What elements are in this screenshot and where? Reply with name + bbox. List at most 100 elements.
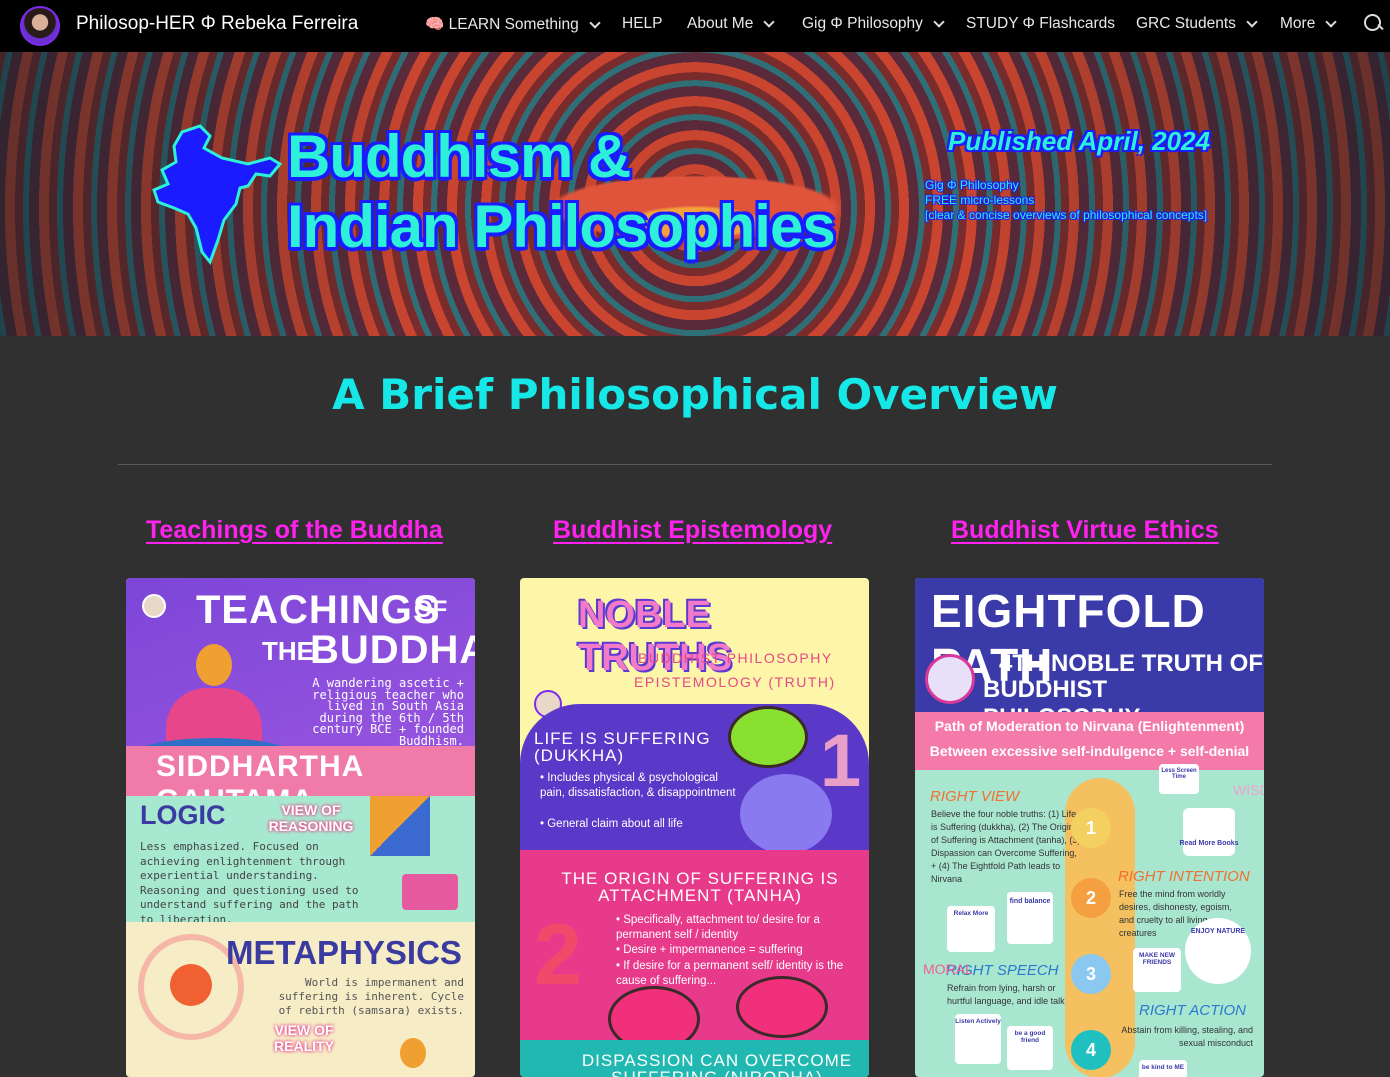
hero-title-line2: Indian Philosophies (287, 193, 836, 260)
nav-label: About Me (687, 15, 754, 32)
sticker-enjoy-nature: ENJOY NATURE (1190, 928, 1246, 935)
nav-label: More (1280, 15, 1316, 32)
link-teachings-of-the-buddha[interactable]: Teachings of the Buddha (146, 516, 443, 545)
card2-t2-title: THE ORIGIN OF SUFFERING IS ATTACHMENT (T… (561, 869, 839, 905)
nav-help[interactable]: HELP (622, 15, 663, 33)
hero-note-1: Gig Φ Philosophy (925, 178, 1019, 192)
card2-t1-bullet2: • General claim about all life (540, 818, 683, 830)
sticker-less-screen: Less Screen Time (1161, 768, 1197, 780)
puzzle-icon (370, 796, 430, 856)
card2-t1-title: LIFE IS SUFFERING (DUKKHA) (534, 729, 711, 765)
sticker-listen-actively: Listen Actively (955, 1018, 1001, 1025)
chevron-down-icon[interactable] (589, 16, 601, 29)
book-sticker-icon (1183, 808, 1235, 856)
card2-num1: 1 (820, 719, 862, 802)
india-map-icon (152, 124, 282, 266)
card2-t2-bullet2: • Desire + impermanence = suffering (616, 944, 803, 956)
hero-note-2: FREE micro-lessons (925, 193, 1035, 207)
nav-label: GRC Students (1136, 15, 1236, 32)
nav-study-flashcards[interactable]: STUDY Φ Flashcards (966, 15, 1115, 33)
chevron-down-icon[interactable] (763, 16, 776, 28)
card1-title-of: OF (414, 596, 448, 623)
card3-ra-text: Abstain from killing, stealing, and sexu… (1121, 1025, 1253, 1048)
hero-title: Buddhism & Indian Philosophies (287, 122, 836, 262)
chevron-down-icon[interactable] (1325, 16, 1337, 28)
card-teachings-of-the-buddha[interactable]: TEACHINGS OF THE BUDDHA A wandering asce… (126, 578, 475, 1077)
top-nav: Philosop-HER Φ Rebeka Ferreira 🧠 LEARN S… (0, 0, 1390, 52)
card3-moral: MORAL (923, 961, 973, 977)
link-buddhist-epistemology[interactable]: Buddhist Epistemology (553, 516, 832, 545)
card3-rs-text: Refrain from lying, harsh or hurtful lan… (947, 983, 1065, 1006)
buddha-head-icon (196, 644, 232, 686)
card2-t2-bullet1: • Specifically, attachment to/ desire fo… (616, 914, 820, 941)
divider (118, 464, 1272, 465)
card3-band2: Between excessive self-indulgence + self… (929, 743, 1250, 759)
step-4-badge: 4 (1071, 1030, 1111, 1070)
site-avatar[interactable] (20, 6, 60, 46)
card3-sub1: 4TH NOBLE TRUTH OF (999, 650, 1263, 677)
hero-note-3: [clear & concise overviews of philosophi… (925, 208, 1208, 222)
card-buddhist-virtue-ethics[interactable]: EIGHTFOLD PATH 4TH NOBLE TRUTH OF BUDDHI… (915, 578, 1264, 1077)
hero-banner: Buddhism & Indian Philosophies Published… (0, 52, 1390, 336)
nav-label: STUDY Φ Flashcards (966, 15, 1116, 32)
card3-ri-title: RIGHT INTENTION (1118, 868, 1250, 885)
card1-title-the: THE (262, 636, 314, 666)
nav-about-me[interactable]: About Me (687, 15, 776, 33)
card2-sub2: EPISTEMOLOGY (TRUTH) (634, 674, 836, 690)
chevron-down-icon[interactable] (1246, 16, 1258, 28)
bullet-text: Includes physical & psychological pain, … (540, 772, 736, 799)
search-icon[interactable] (1364, 14, 1384, 36)
sticker-find-balance: find balance (1009, 898, 1051, 905)
author-avatar (142, 594, 166, 618)
card-buddhist-epistemology[interactable]: NOBLE TRUTHS BUDDHIST PHILOSOPHY EPISTEM… (520, 578, 869, 1077)
nav-label: Gig Φ Philosophy (802, 15, 923, 32)
bullet-text: Desire + impermanence = suffering (623, 944, 803, 956)
card2-t1-bullet1: • Includes physical & psychological pain… (540, 772, 736, 799)
card2-t3-title: DISPASSION CAN OVERCOME SUFFERING (NIROD… (581, 1051, 853, 1077)
card1-logic-text: Less emphasized. Focused on achieving en… (140, 840, 359, 926)
nav-grc-students[interactable]: GRC Students (1136, 15, 1258, 33)
card1-meta-title: METAPHYSICS (226, 934, 462, 971)
link-buddhist-virtue-ethics[interactable]: Buddhist Virtue Ethics (951, 516, 1219, 545)
bullet-text: General claim about all life (547, 818, 683, 830)
eastern-philosophy-logo (925, 654, 975, 704)
card3-rv-title: RIGHT VIEW (930, 788, 1020, 805)
small-buddha-icon (400, 1038, 426, 1068)
site-title[interactable]: Philosop-HER Φ Rebeka Ferreira (76, 13, 358, 35)
card1-title-a: TEACHINGS (196, 588, 441, 632)
flower-icon (170, 964, 212, 1006)
card2-sub1: BUDDHIST PHILOSOPHY (638, 650, 833, 666)
bullet-text: Specifically, attachment to/ desire for … (616, 914, 820, 941)
published-date: Published April, 2024 (948, 126, 1211, 156)
nav-label: 🧠 LEARN Something (425, 16, 579, 33)
step-3-badge: 3 (1071, 954, 1111, 994)
sticker-be-kind: be kind to ME (1141, 1064, 1185, 1071)
nav-more[interactable]: More (1280, 15, 1337, 33)
nav-learn-something[interactable]: 🧠 LEARN Something (425, 15, 601, 34)
card1-meta-sub: VIEW OF REALITY (274, 1022, 334, 1054)
green-face-icon (728, 706, 808, 768)
books-icon (402, 874, 458, 910)
step-2-badge: 2 (1071, 878, 1111, 918)
sticker-read-more: Read More Books (1179, 840, 1239, 847)
card1-logic-sub: VIEW OF REASONING (268, 802, 354, 834)
nav-label: HELP (622, 15, 663, 32)
card3-band1: Path of Moderation to Nirvana (Enlighten… (934, 718, 1245, 734)
nav-gig-philosophy[interactable]: Gig Φ Philosophy (802, 15, 945, 33)
card2-title: NOBLE TRUTHS (578, 594, 733, 679)
card3-ra-title: RIGHT ACTION (1139, 1002, 1246, 1019)
chevron-down-icon[interactable] (933, 16, 945, 28)
hero-title-line1: Buddhism & (287, 123, 631, 190)
step-1-badge: 1 (1071, 808, 1111, 848)
crying-face-icon (740, 774, 832, 854)
card1-title-b: BUDDHA (310, 628, 475, 672)
sad-face-icon (736, 976, 828, 1038)
card1-intro: A wandering ascetic + religious teacher … (312, 676, 464, 748)
sticker-relax-more: Relax More (953, 910, 989, 917)
sticker-good-friend: be a good friend (1014, 1030, 1046, 1044)
card2-t2-bullet3: • If desire for a permanent self/ identi… (616, 960, 844, 987)
card1-meta-text: World is impermanent and suffering is in… (278, 976, 464, 1017)
card3-rv-text: Believe the four noble truths: (1) Life … (931, 809, 1081, 884)
section-heading: A Brief Philosophical Overview (332, 370, 1058, 419)
sticker-new-friends: MAKE NEW FRIENDS (1138, 952, 1176, 966)
